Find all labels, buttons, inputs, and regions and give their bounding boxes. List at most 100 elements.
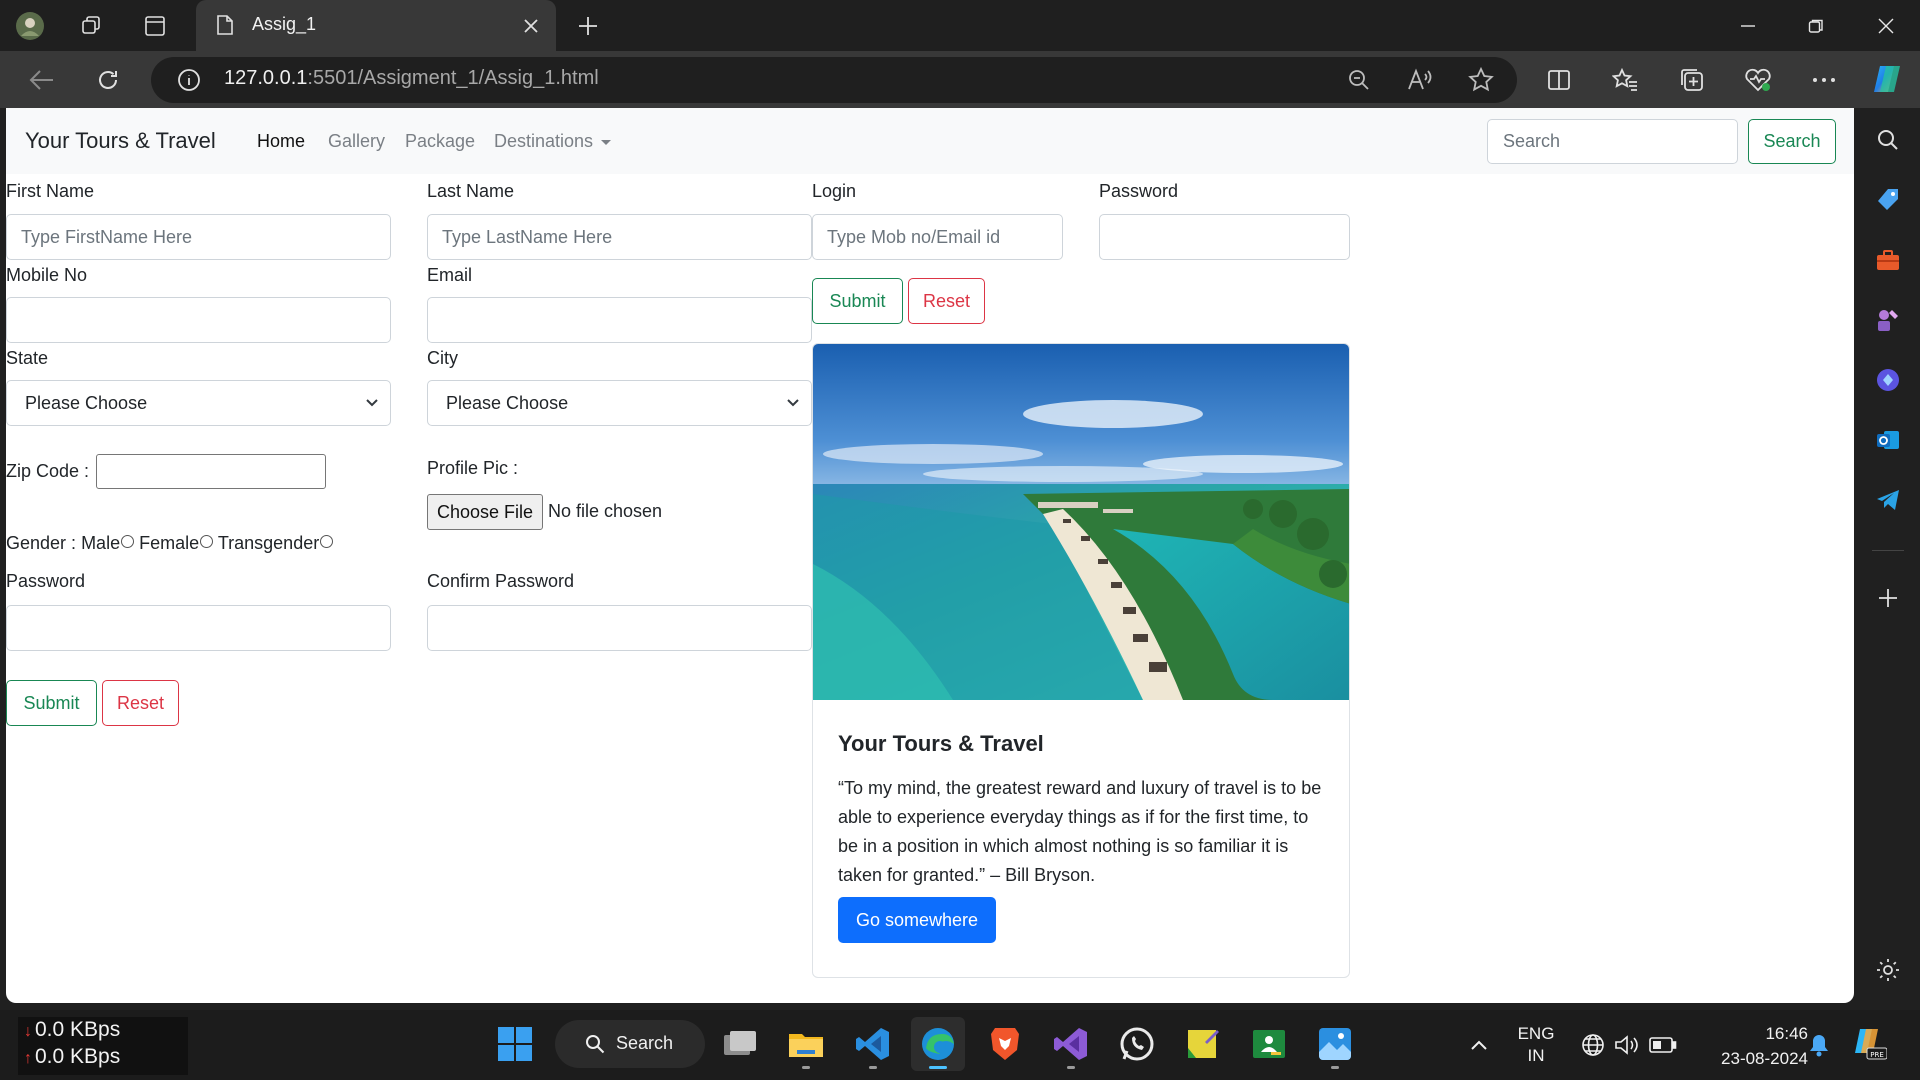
classroom-icon <box>1253 1030 1285 1058</box>
email-label: Email <box>427 265 473 285</box>
taskbar-edge[interactable] <box>911 1017 965 1071</box>
taskbar-sticky-notes[interactable] <box>1176 1017 1230 1071</box>
running-indicator <box>1331 1066 1339 1069</box>
tab-assig1[interactable]: Assig_1 <box>196 0 556 51</box>
sidebar-settings-icon[interactable] <box>1872 954 1904 986</box>
sidebar-telegram-icon[interactable] <box>1872 484 1904 516</box>
back-icon[interactable] <box>24 62 60 98</box>
sidebar-games-icon[interactable] <box>1872 304 1904 336</box>
photos-icon <box>1319 1028 1351 1060</box>
login-submit-button[interactable]: Submit <box>812 278 903 324</box>
zip-input[interactable] <box>96 454 326 489</box>
go-somewhere-button[interactable]: Go somewhere <box>838 897 996 943</box>
running-indicator <box>802 1066 810 1069</box>
card-text: “To my mind, the greatest reward and lux… <box>838 778 1322 885</box>
language-indicator[interactable]: ENG IN <box>1512 1023 1560 1067</box>
sidebar-search-icon[interactable] <box>1872 124 1904 156</box>
close-tab-icon[interactable] <box>523 18 539 34</box>
close-window-icon[interactable] <box>1866 8 1906 44</box>
net-up-value: 0.0 KBps <box>35 1045 121 1068</box>
browser-essentials-icon[interactable] <box>1740 62 1776 98</box>
new-tab-icon[interactable] <box>572 10 604 42</box>
sidebar-add-icon[interactable] <box>1872 582 1904 614</box>
copilot-pre-icon[interactable]: PRE <box>1851 1025 1887 1061</box>
password-input[interactable] <box>6 605 391 651</box>
mobile-input[interactable] <box>6 297 391 343</box>
read-aloud-icon[interactable] <box>1402 62 1438 98</box>
city-select[interactable]: Please Choose <box>427 380 812 426</box>
copilot-icon[interactable] <box>1869 61 1905 97</box>
tab-actions-icon[interactable] <box>139 10 171 42</box>
choose-file-button[interactable]: Choose File <box>427 494 543 530</box>
gender-transgender-radio[interactable] <box>320 535 334 548</box>
navbar-search-input[interactable] <box>1487 119 1738 164</box>
workspaces-icon[interactable] <box>76 10 108 42</box>
more-options-icon[interactable] <box>1806 62 1842 98</box>
state-select[interactable]: Please Choose <box>6 380 391 426</box>
sticky-notes-icon <box>1188 1030 1219 1058</box>
profile-avatar-icon[interactable] <box>14 10 46 42</box>
collections-icon[interactable] <box>1674 62 1710 98</box>
show-hidden-icons-chevron-icon[interactable] <box>1461 1027 1497 1063</box>
sidebar-shopping-icon[interactable] <box>1872 184 1904 216</box>
email-input[interactable] <box>427 297 812 343</box>
nav-dropdown-destinations[interactable]: Destinations <box>494 131 612 152</box>
vscode-icon <box>856 1028 889 1060</box>
nav-link-gallery[interactable]: Gallery <box>328 131 385 152</box>
taskbar-search[interactable]: Search <box>555 1020 705 1068</box>
start-button[interactable] <box>488 1017 542 1071</box>
volume-icon[interactable] <box>1609 1027 1645 1063</box>
edge-icon <box>922 1028 954 1060</box>
confirm-password-input[interactable] <box>427 605 812 651</box>
taskbar-photos[interactable] <box>1308 1017 1362 1071</box>
download-arrow-icon: ↓ <box>24 1023 32 1040</box>
svg-text:PRE: PRE <box>1870 1051 1884 1059</box>
sidebar-tools-icon[interactable] <box>1872 244 1904 276</box>
form-reset-button[interactable]: Reset <box>102 680 179 726</box>
gender-male-radio[interactable] <box>121 535 135 548</box>
clock[interactable]: 16:46 23-08-2024 <box>1690 1021 1808 1071</box>
sidebar-divider <box>1872 550 1904 551</box>
navbar-brand[interactable]: Your Tours & Travel <box>25 128 216 154</box>
battery-icon[interactable] <box>1645 1027 1681 1063</box>
network-globe-icon[interactable] <box>1575 1027 1611 1063</box>
split-screen-icon[interactable] <box>1541 62 1577 98</box>
zoom-out-icon[interactable] <box>1341 62 1377 98</box>
last-name-input[interactable] <box>427 214 812 260</box>
mobile-label: Mobile No <box>6 265 88 285</box>
navbar-search-button[interactable]: Search <box>1748 119 1836 164</box>
favorites-icon[interactable] <box>1607 62 1643 98</box>
taskbar-classroom[interactable] <box>1242 1017 1296 1071</box>
site-info-icon[interactable] <box>171 62 207 98</box>
taskbar-brave[interactable] <box>978 1017 1032 1071</box>
taskbar-task-view[interactable] <box>713 1017 767 1071</box>
sidebar-copilot-icon[interactable] <box>1872 364 1904 396</box>
favorite-star-icon[interactable] <box>1463 62 1499 98</box>
sidebar-outlook-icon[interactable] <box>1872 424 1904 456</box>
gender-female-radio[interactable] <box>200 535 214 548</box>
taskbar-search-label: Search <box>616 1033 674 1053</box>
nav-link-package[interactable]: Package <box>405 131 475 152</box>
url-host: 127.0.0.1 <box>224 67 308 89</box>
login-input[interactable] <box>812 214 1063 260</box>
clock-time: 16:46 <box>1765 1024 1808 1043</box>
dropdown-caret-icon <box>601 139 612 145</box>
file-status: No file chosen <box>548 501 663 521</box>
url-text[interactable]: 127.0.0.1:5501/Assigment_1/Assig_1.html <box>224 67 599 90</box>
net-down-row: ↓ 0.0 KBps <box>24 1018 120 1042</box>
first-name-input[interactable] <box>6 214 391 260</box>
login-password-input[interactable] <box>1099 214 1350 260</box>
taskbar-file-explorer[interactable] <box>779 1017 833 1071</box>
taskbar-whatsapp[interactable] <box>1110 1017 1164 1071</box>
folder-icon <box>789 1034 823 1057</box>
taskbar-vscode[interactable] <box>846 1017 900 1071</box>
login-reset-button[interactable]: Reset <box>908 278 985 324</box>
notification-bell-icon[interactable] <box>1801 1027 1837 1063</box>
refresh-icon[interactable] <box>90 62 126 98</box>
taskbar-visual-studio[interactable] <box>1044 1017 1098 1071</box>
restore-icon[interactable] <box>1796 8 1836 44</box>
form-submit-button[interactable]: Submit <box>6 680 97 726</box>
minimize-icon[interactable] <box>1728 8 1768 44</box>
nav-link-home[interactable]: Home <box>257 131 305 152</box>
profile-pic-label: Profile Pic : <box>427 458 519 478</box>
